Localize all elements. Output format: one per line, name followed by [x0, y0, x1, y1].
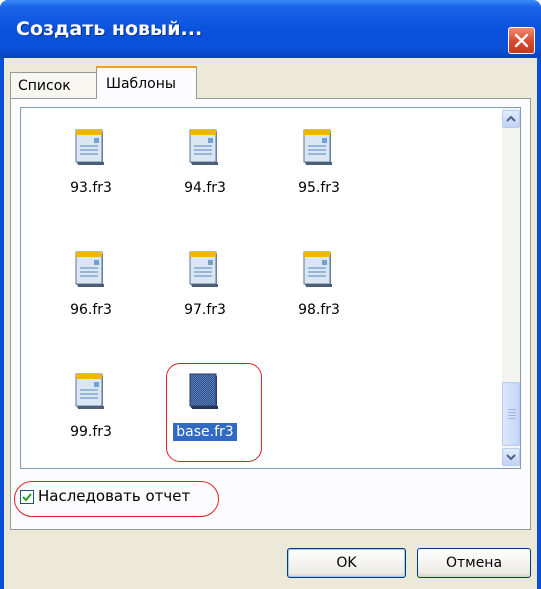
list-item[interactable]: 98.fr3	[279, 248, 359, 328]
annotation-highlight	[166, 363, 262, 462]
file-name: 98.fr3	[298, 302, 340, 318]
close-icon	[514, 33, 529, 48]
report-file-icon	[75, 373, 104, 409]
window-title: Создать новый...	[16, 18, 203, 40]
list-item[interactable]: 93.fr3	[51, 126, 131, 206]
file-name: 94.fr3	[184, 180, 226, 196]
scroll-up-button[interactable]	[502, 110, 520, 128]
dialog-window: Создать новый... Список Шаблоны 93.fr3 9…	[0, 0, 541, 589]
checkmark-icon	[22, 493, 32, 502]
tab-templates[interactable]: Шаблоны	[96, 66, 197, 99]
inherit-report-checkbox[interactable]	[20, 490, 34, 504]
file-name: 93.fr3	[70, 180, 112, 196]
vertical-scrollbar[interactable]	[502, 108, 520, 468]
file-name: 95.fr3	[298, 180, 340, 196]
template-list[interactable]: 93.fr3 94.fr3 95.fr3 96.fr3 97.fr3 98.fr…	[20, 107, 521, 469]
file-name: 99.fr3	[70, 424, 112, 440]
list-item[interactable]: 97.fr3	[165, 248, 245, 328]
title-bar[interactable]: Создать новый...	[0, 0, 541, 58]
tab-list[interactable]: Список	[10, 72, 97, 98]
scroll-down-button[interactable]	[502, 448, 520, 466]
report-file-icon	[75, 129, 104, 165]
file-name: 97.fr3	[184, 302, 226, 318]
list-item[interactable]: 95.fr3	[279, 126, 359, 206]
list-item[interactable]: 96.fr3	[51, 248, 131, 328]
inherit-report-label: Наследовать отчет	[38, 487, 191, 505]
chevron-down-icon	[506, 454, 516, 461]
list-item[interactable]: 99.fr3	[51, 370, 131, 450]
dialog-body: Список Шаблоны 93.fr3 94.fr3 95.fr3 96.f…	[4, 58, 537, 589]
templates-tab-page: 93.fr3 94.fr3 95.fr3 96.fr3 97.fr3 98.fr…	[10, 98, 531, 530]
cancel-button[interactable]: Отмена	[417, 548, 531, 578]
close-button[interactable]	[508, 27, 535, 54]
scroll-thumb[interactable]	[502, 382, 520, 446]
chevron-up-icon	[506, 115, 516, 122]
file-name: 96.fr3	[70, 302, 112, 318]
report-file-icon	[189, 129, 218, 165]
report-file-icon	[303, 129, 332, 165]
report-file-icon	[189, 251, 218, 287]
list-item[interactable]: 94.fr3	[165, 126, 245, 206]
report-file-icon	[75, 251, 104, 287]
ok-button[interactable]: OK	[287, 548, 406, 578]
report-file-icon	[303, 251, 332, 287]
